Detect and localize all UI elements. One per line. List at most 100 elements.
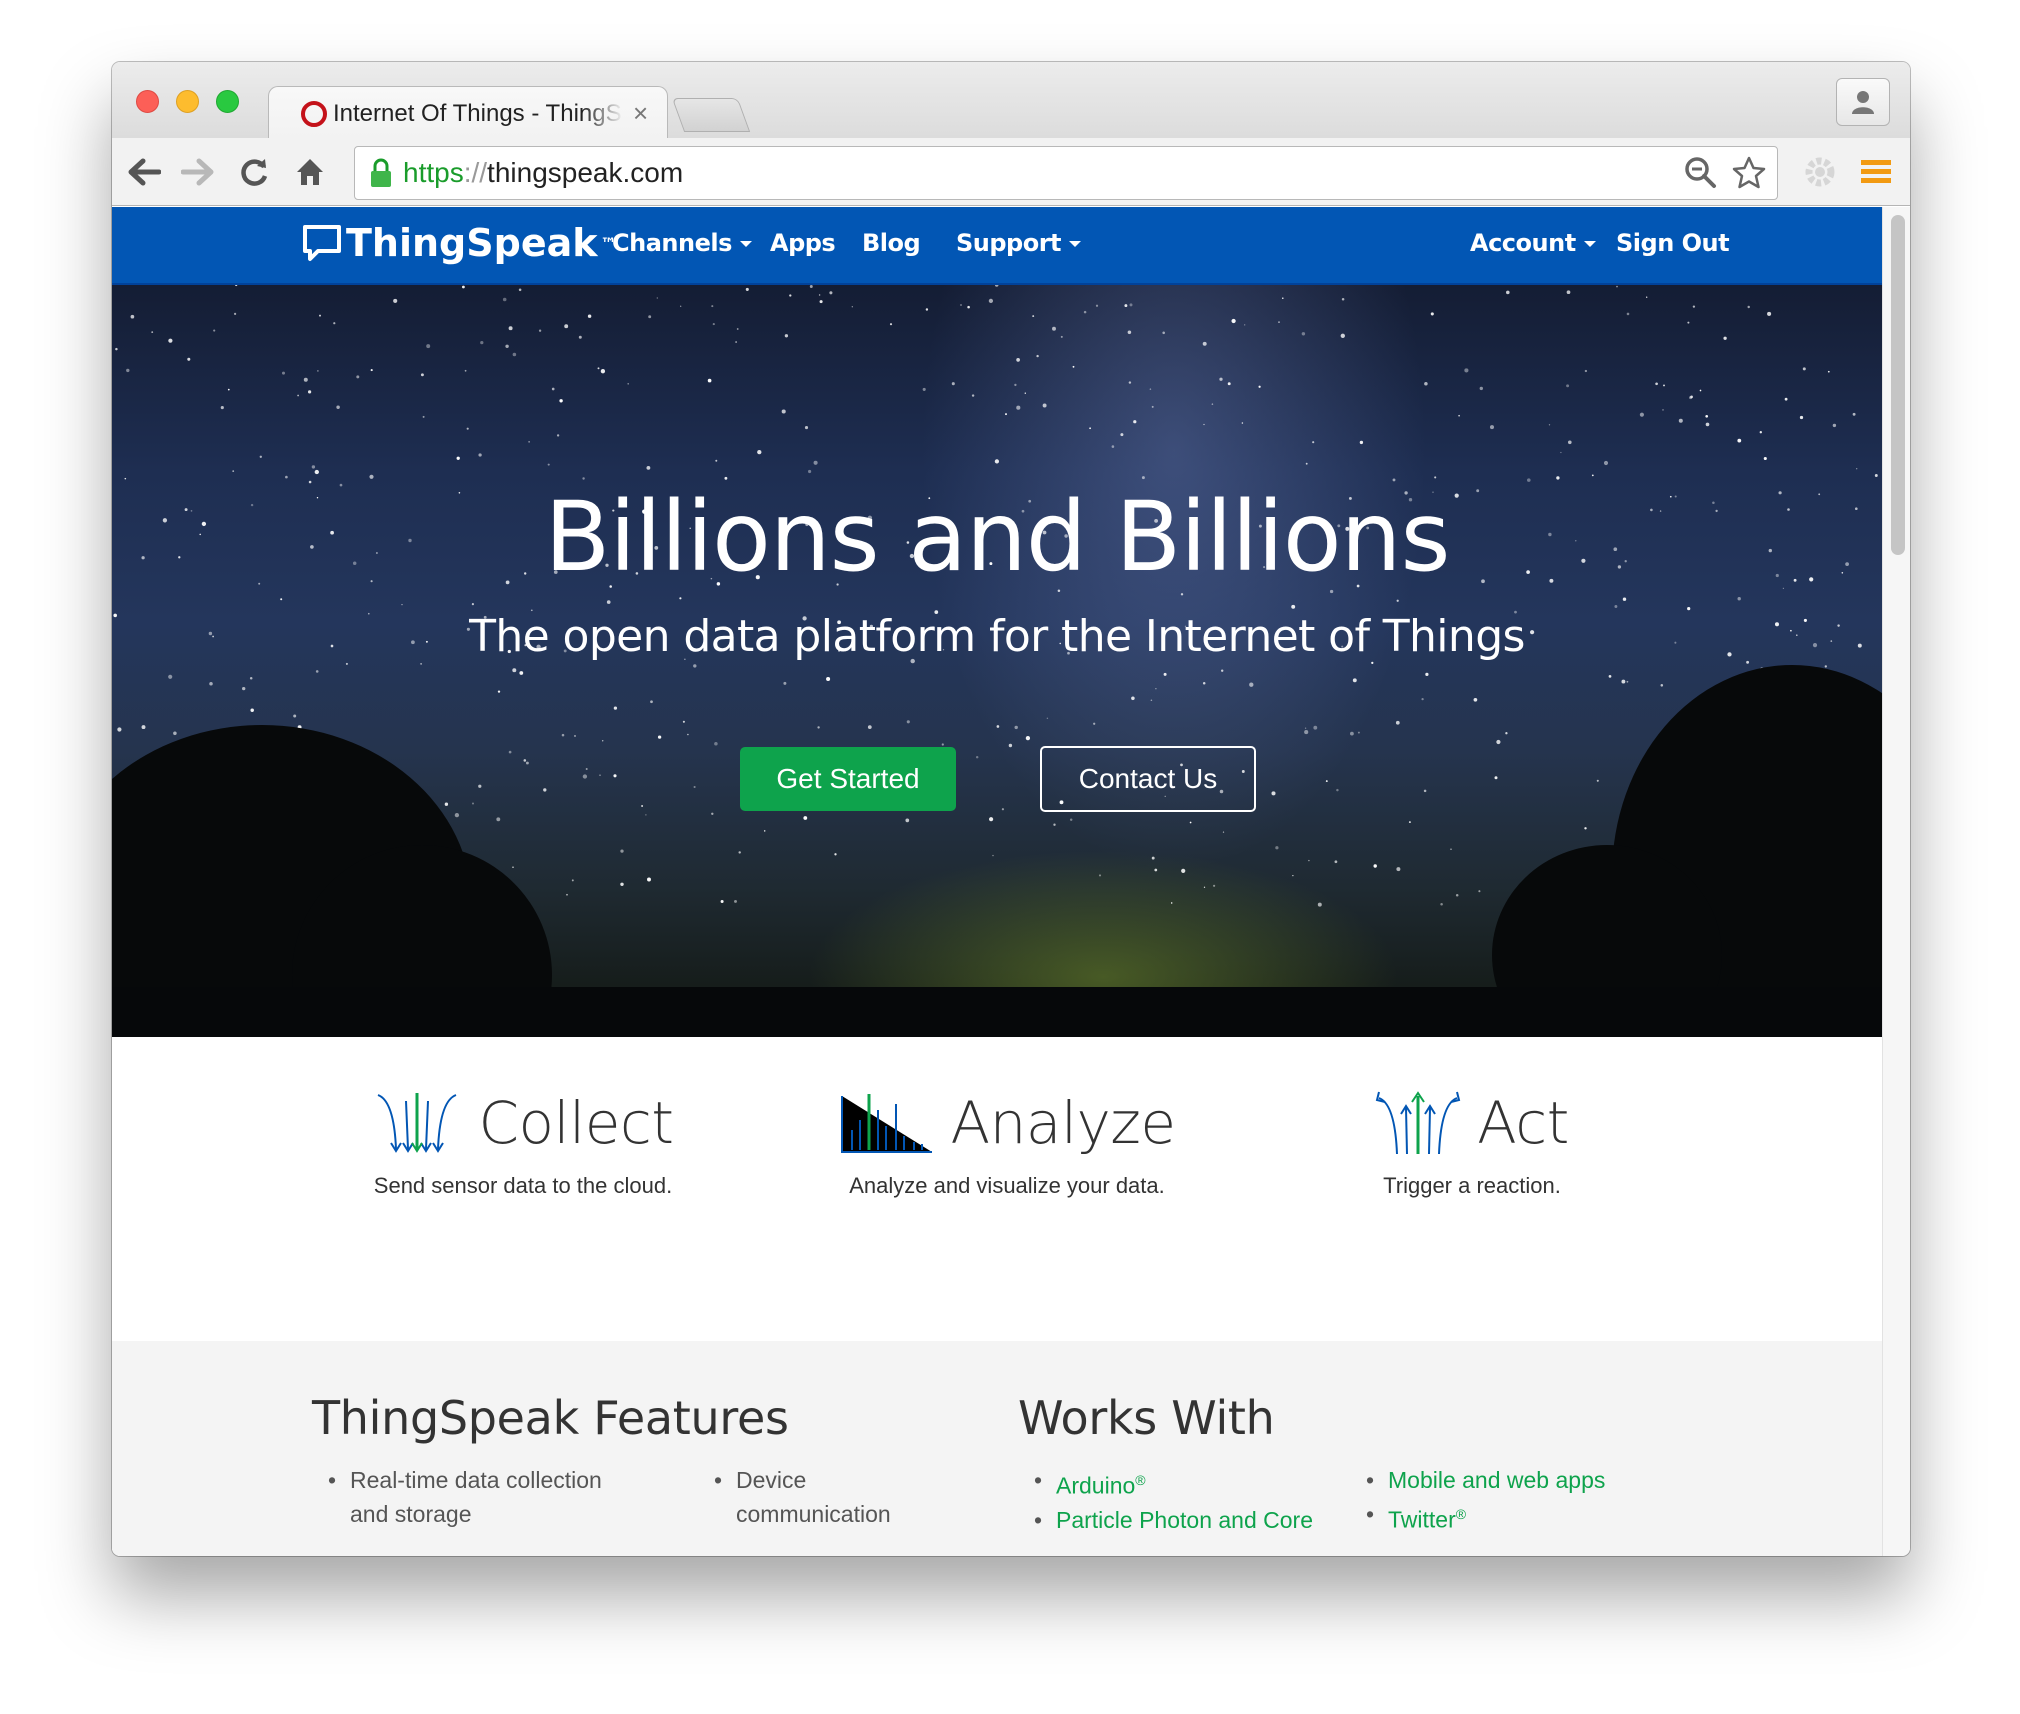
star xyxy=(282,371,285,375)
star xyxy=(1155,688,1157,690)
star xyxy=(242,686,246,691)
star xyxy=(512,866,514,869)
features-band: ThingSpeak Features Real-time data colle… xyxy=(112,1341,1882,1556)
star xyxy=(1271,791,1276,796)
nav-channels[interactable]: Channels xyxy=(612,229,752,257)
star xyxy=(712,323,715,326)
page-scrollbar[interactable] xyxy=(1882,207,1910,1556)
forward-button[interactable] xyxy=(180,154,216,190)
star xyxy=(819,300,823,304)
back-button[interactable] xyxy=(126,154,162,190)
star xyxy=(356,375,360,379)
star xyxy=(817,726,820,729)
star xyxy=(996,725,1000,728)
star xyxy=(834,853,837,856)
minimize-window-button[interactable] xyxy=(176,90,199,113)
star xyxy=(1203,886,1206,888)
scrollbar-thumb[interactable] xyxy=(1891,215,1905,555)
star xyxy=(523,759,527,762)
star xyxy=(1359,440,1364,445)
star xyxy=(1131,696,1135,701)
star xyxy=(1802,367,1806,371)
star xyxy=(1560,451,1562,454)
star xyxy=(1308,859,1310,862)
star xyxy=(1093,722,1096,725)
star xyxy=(735,341,737,343)
star xyxy=(1241,422,1244,424)
star xyxy=(1424,381,1428,386)
star xyxy=(1340,333,1345,338)
star xyxy=(1626,680,1629,683)
address-bar[interactable]: https://thingspeak.com xyxy=(354,146,1778,200)
star xyxy=(1154,868,1158,872)
star xyxy=(1421,697,1424,701)
star xyxy=(232,470,235,472)
star xyxy=(645,814,647,816)
nav-support[interactable]: Support xyxy=(956,229,1082,257)
star xyxy=(564,324,569,329)
thingspeak-favicon-icon xyxy=(301,100,327,127)
feature-act-desc: Trigger a reaction. xyxy=(1383,1173,1561,1198)
star xyxy=(1479,386,1483,391)
reload-button[interactable] xyxy=(236,154,272,190)
bookmark-star-icon[interactable] xyxy=(1731,155,1767,191)
star xyxy=(1747,305,1750,309)
extension-button[interactable] xyxy=(1802,154,1838,190)
caret-down-icon xyxy=(1069,241,1082,247)
star xyxy=(117,727,122,732)
nav-blog[interactable]: Blog xyxy=(862,229,921,257)
star xyxy=(1127,330,1132,335)
star xyxy=(1566,290,1571,295)
close-window-button[interactable] xyxy=(136,90,159,113)
star xyxy=(1440,903,1443,906)
link-particle-photon[interactable]: Particle Photon and Core xyxy=(1032,1503,1332,1537)
star xyxy=(975,755,979,759)
star xyxy=(1151,405,1154,408)
star xyxy=(1566,384,1570,388)
new-tab-button[interactable] xyxy=(671,98,751,132)
star xyxy=(1455,894,1459,897)
star xyxy=(992,854,994,857)
star xyxy=(656,297,658,299)
star xyxy=(1124,304,1128,308)
star xyxy=(528,441,530,443)
star xyxy=(556,434,560,437)
search-icon[interactable] xyxy=(1683,155,1717,189)
star xyxy=(124,477,127,480)
star xyxy=(369,474,374,479)
nav-apps[interactable]: Apps xyxy=(770,229,836,257)
thingspeak-logo[interactable]: ThingSpeak ™ xyxy=(302,221,617,265)
menu-button[interactable] xyxy=(1858,154,1894,190)
profile-button[interactable] xyxy=(1836,78,1890,126)
maximize-window-button[interactable] xyxy=(216,90,239,113)
star xyxy=(1014,725,1018,730)
get-started-button[interactable]: Get Started xyxy=(740,747,956,811)
star xyxy=(1301,332,1306,336)
star xyxy=(1621,679,1626,684)
star xyxy=(168,674,173,679)
star xyxy=(650,700,653,704)
link-arduino[interactable]: Arduino® xyxy=(1032,1463,1332,1503)
home-button[interactable] xyxy=(292,154,328,190)
star xyxy=(478,784,482,788)
star xyxy=(538,329,542,332)
tab-close-icon[interactable]: × xyxy=(633,98,648,129)
contact-us-button[interactable]: Contact Us xyxy=(1040,746,1256,812)
nav-account[interactable]: Account xyxy=(1470,229,1596,257)
star xyxy=(1249,682,1254,687)
star xyxy=(571,879,574,882)
brand-name: ThingSpeak xyxy=(346,221,598,265)
nav-sign-out[interactable]: Sign Out xyxy=(1616,229,1730,257)
star xyxy=(627,383,629,385)
star xyxy=(502,297,507,302)
browser-tab[interactable]: Internet Of Things - ThingSpeak × xyxy=(268,86,668,140)
link-mobile-web-apps[interactable]: Mobile and web apps xyxy=(1364,1463,1664,1497)
star xyxy=(1129,303,1133,307)
star xyxy=(818,294,821,296)
star xyxy=(508,326,513,331)
star xyxy=(680,305,682,307)
star xyxy=(525,761,529,765)
link-twitter[interactable]: Twitter® xyxy=(1364,1497,1664,1537)
star xyxy=(757,449,762,455)
star xyxy=(804,426,809,430)
